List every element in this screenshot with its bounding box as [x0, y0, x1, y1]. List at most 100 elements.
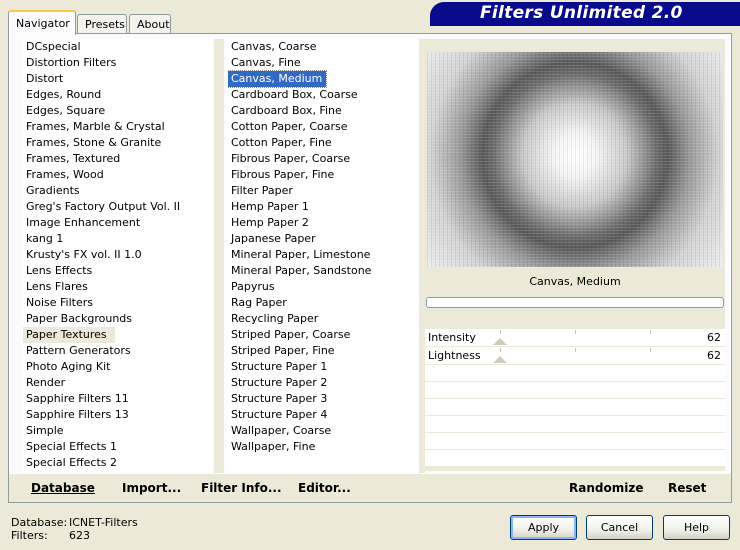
list-item[interactable]: Paper Backgrounds [23, 311, 213, 327]
list-item-label: Special Effects 1 [26, 440, 118, 453]
list-item[interactable]: Pattern Generators [23, 343, 213, 359]
list-item-label: Filter Paper [231, 184, 293, 197]
list-item[interactable]: Frames, Textured [23, 151, 213, 167]
help-button[interactable]: Help [663, 515, 730, 540]
list-item[interactable]: Lens Flares [23, 279, 213, 295]
list-item[interactable]: Edges, Square [23, 103, 213, 119]
list-item-label: Frames, Stone & Granite [26, 136, 162, 149]
slider-lightness[interactable]: Lightness 62 [425, 347, 725, 365]
slider-empty [425, 450, 725, 467]
list-item[interactable]: Simple [23, 423, 213, 439]
list-item[interactable]: Frames, Stone & Granite [23, 135, 213, 151]
list-item[interactable]: Render [23, 375, 213, 391]
list-item[interactable]: Fibrous Paper, Coarse [228, 151, 418, 167]
slider-tick [500, 330, 501, 334]
filter-list[interactable]: Canvas, Coarse Canvas, Fine Canvas, Medium… [228, 39, 418, 473]
list-item-label: Greg's Factory Output Vol. II [26, 200, 181, 213]
list-item[interactable]: Distort [23, 71, 213, 87]
list-item[interactable]: Filter Paper [228, 183, 418, 199]
slider-thumb[interactable] [493, 356, 507, 363]
list-item[interactable]: Wallpaper, Fine [228, 439, 418, 455]
list-item[interactable]: Gradients [23, 183, 213, 199]
list-item[interactable]: Photo Aging Kit [23, 359, 213, 375]
list-item[interactable]: Striped Paper, Coarse [228, 327, 418, 343]
list-item[interactable]: Edges, Round [23, 87, 213, 103]
list-item-label: Lens Effects [26, 264, 93, 277]
list-item[interactable]: Rag Paper [228, 295, 418, 311]
list-item[interactable]: Structure Paper 4 [228, 407, 418, 423]
slider-thumb[interactable] [493, 338, 507, 345]
list-item-label: Recycling Paper [231, 312, 319, 325]
list-item[interactable]: Cardboard Box, Coarse [228, 87, 418, 103]
list-item[interactable]: Cardboard Box, Fine [228, 103, 418, 119]
list-item[interactable]: Papyrus [228, 279, 418, 295]
list-item[interactable]: Frames, Wood [23, 167, 213, 183]
list-item[interactable]: Cotton Paper, Coarse [228, 119, 418, 135]
filters-label: Filters: [11, 529, 48, 542]
editor-button[interactable]: Editor... [298, 481, 351, 495]
slider-value: 62 [707, 331, 721, 344]
slider-empty [425, 382, 725, 399]
list-item-label: Structure Paper 1 [231, 360, 328, 373]
list-item-label: Cardboard Box, Coarse [231, 88, 358, 101]
list-item[interactable]: DCspecial [23, 39, 213, 55]
list-item[interactable]: Hemp Paper 1 [228, 199, 418, 215]
list-item[interactable]: Striped Paper, Fine [228, 343, 418, 359]
list-item[interactable]: Mineral Paper, Sandstone [228, 263, 418, 279]
list-item[interactable]: Image Enhancement [23, 215, 213, 231]
list-item[interactable]: Japanese Paper [228, 231, 418, 247]
list-item[interactable]: Fibrous Paper, Fine [228, 167, 418, 183]
database-value: ICNET-Filters [69, 516, 138, 529]
slider-intensity[interactable]: Intensity 62 [425, 329, 725, 347]
list-item-label: Photo Aging Kit [26, 360, 111, 373]
title-banner: Filters Unlimited 2.0 [430, 2, 740, 26]
list-item[interactable]: Structure Paper 2 [228, 375, 418, 391]
list-item[interactable]: Structure Paper 1 [228, 359, 418, 375]
list-item-label: Mineral Paper, Sandstone [231, 264, 372, 277]
list-item[interactable]: Sapphire Filters 11 [23, 391, 213, 407]
preview-image[interactable] [427, 52, 723, 267]
navigator-panel: DCspecial Distortion Filters Distort Edges,… [8, 33, 732, 503]
slider-tick [575, 348, 576, 352]
slider-tick [575, 330, 576, 334]
list-item[interactable]: Paper Textures [23, 327, 213, 343]
list-item[interactable]: Wallpaper, Coarse [228, 423, 418, 439]
import-button[interactable]: Import... [122, 481, 181, 495]
list-item[interactable]: Mineral Paper, Limestone [228, 247, 418, 263]
cancel-button[interactable]: Cancel [586, 515, 653, 540]
category-list[interactable]: DCspecial Distortion Filters Distort Edges,… [23, 39, 213, 473]
preview-filter-name: Canvas, Medium [529, 275, 621, 288]
randomize-button[interactable]: Randomize [569, 481, 643, 495]
list-item[interactable]: Special Effects 1 [23, 439, 213, 455]
list-item[interactable]: Canvas, Fine [228, 55, 418, 71]
list-item[interactable]: Greg's Factory Output Vol. II [23, 199, 213, 215]
list-item[interactable]: Cotton Paper, Fine [228, 135, 418, 151]
list-item-label: Mineral Paper, Limestone [231, 248, 371, 261]
list-item[interactable]: Distortion Filters [23, 55, 213, 71]
list-item[interactable]: Recycling Paper [228, 311, 418, 327]
database-button[interactable]: Database [31, 481, 95, 495]
apply-button[interactable]: Apply [510, 515, 577, 540]
slider-empty [425, 416, 725, 433]
list-item[interactable]: Canvas, Coarse [228, 39, 418, 55]
tab-about[interactable]: About [129, 14, 171, 34]
list-item[interactable]: Noise Filters [23, 295, 213, 311]
slider-tick [650, 330, 651, 334]
list-item[interactable]: Frames, Marble & Crystal [23, 119, 213, 135]
list-item[interactable]: Krusty's FX vol. II 1.0 [23, 247, 213, 263]
list-item[interactable]: kang 1 [23, 231, 213, 247]
list-item[interactable]: Structure Paper 3 [228, 391, 418, 407]
list-item[interactable]: Canvas, Medium [228, 70, 418, 88]
list-item-label: Edges, Round [26, 88, 102, 101]
list-item-label: DCspecial [26, 40, 81, 53]
list-item[interactable]: Lens Effects [23, 263, 213, 279]
filter-info-button[interactable]: Filter Info... [201, 481, 282, 495]
reset-button[interactable]: Reset [668, 481, 706, 495]
list-item-label: Paper Textures [23, 327, 115, 343]
list-item[interactable]: Sapphire Filters 13 [23, 407, 213, 423]
tab-navigator[interactable]: Navigator [8, 10, 76, 35]
list-item[interactable]: Special Effects 2 [23, 455, 213, 471]
list-item[interactable]: Hemp Paper 2 [228, 215, 418, 231]
tab-presets[interactable]: Presets [77, 14, 127, 34]
filters-value: 623 [69, 529, 90, 542]
